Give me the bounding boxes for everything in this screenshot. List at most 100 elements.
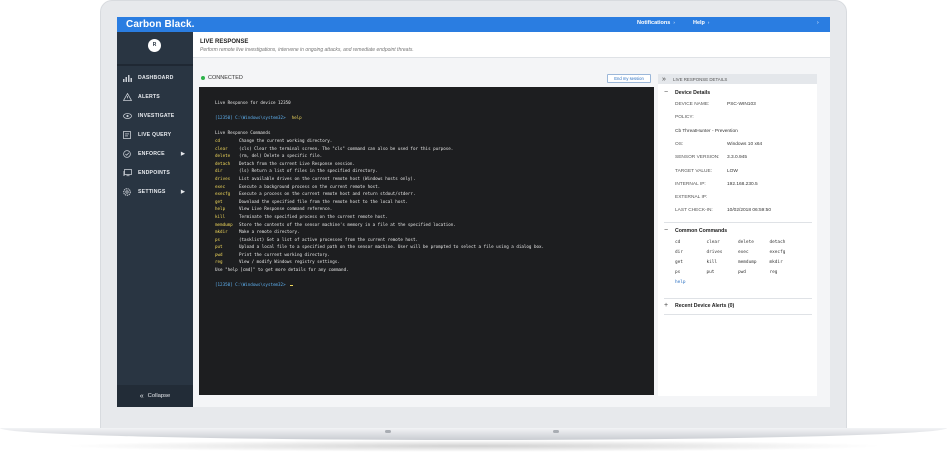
terminal-command-row: ps (tasklist) Get a list of active proces… (215, 236, 638, 244)
terminal-command-row: memdump Store the contents of the sensor … (215, 221, 638, 229)
terminal-command-row: kill Terminate the specified process on t… (215, 213, 638, 221)
sidebar-item-label: ENFORCE (138, 151, 165, 157)
common-command-kill[interactable]: kill (707, 260, 718, 265)
live-response-details-panel: » LIVE RESPONSE DETAILS − Device Details… (658, 74, 817, 396)
terminal-command-row: pwd Print the current working directory. (215, 251, 638, 259)
terminal-command-name: detach (215, 160, 231, 166)
device-detail-value: PSC-WIN103 (727, 102, 756, 107)
common-command-execfg[interactable]: execfg (770, 250, 786, 255)
terminal-header-line: Live Response for device 12350 (215, 100, 291, 105)
warning-triangle-icon (122, 93, 132, 101)
terminal-cursor (289, 284, 293, 286)
common-command-dir[interactable]: dir (675, 250, 683, 255)
device-details-heading: Device Details (675, 89, 711, 96)
terminal-command-name: memdump (215, 221, 233, 227)
device-detail-key: EXTERNAL IP: (675, 195, 708, 201)
avatar[interactable]: R (148, 39, 161, 52)
double-chevron-right-icon[interactable]: » (659, 76, 669, 83)
query-icon (122, 131, 132, 139)
terminal-command-description: Detach from the current Live Response se… (239, 160, 355, 166)
device-detail-row: TARGET VALUE: LOW (675, 169, 738, 177)
terminal-command-row: get Download the specified file from the … (215, 198, 638, 206)
end-session-button[interactable]: End my session (607, 74, 651, 83)
common-command-ps[interactable]: ps (675, 270, 680, 275)
section-divider (664, 298, 812, 299)
terminal-command-list: cd Change the current working directory. c… (215, 137, 638, 266)
common-command-mkdir[interactable]: mkdir (770, 260, 783, 265)
device-detail-value: Windows 10 x64 (727, 141, 763, 147)
terminal-command-name: reg (215, 259, 223, 265)
common-command-detach[interactable]: detach (770, 240, 786, 245)
device-detail-key: POLICY: (675, 115, 694, 121)
terminal-command-name: exec (215, 183, 226, 189)
chevron-right-icon: ▶ (181, 189, 186, 195)
device-detail-key: INTERNAL IP: (675, 181, 706, 187)
terminal-command-row: clear (cls) Clear the terminal screen. Th… (215, 145, 638, 153)
chevron-right-icon: › (673, 20, 675, 25)
device-detail-value: 10/02/2018 06:59:50 (727, 208, 772, 214)
details-panel-header: » LIVE RESPONSE DETAILS (658, 74, 817, 84)
sidebar-item-alerts[interactable]: ALERTS (117, 89, 193, 105)
sidebar-item-settings[interactable]: SETTINGS ▶ (117, 184, 193, 200)
sidebar-item-investigate[interactable]: INVESTIGATE (117, 108, 193, 124)
common-command-help[interactable]: help (675, 280, 686, 285)
sidebar: R DASHBOARD ALERTS INVESTIGATE LIVE QUER… (117, 32, 193, 407)
double-chevron-left-icon: « (139, 392, 144, 400)
brand-logo[interactable]: Carbon Black. (117, 19, 195, 30)
sidebar-item-dashboard[interactable]: DASHBOARD (117, 70, 193, 86)
chevron-right-icon: ▶ (181, 151, 186, 157)
sidebar-item-enforce[interactable]: ENFORCE ▶ (117, 146, 193, 162)
laptop-base (0, 428, 947, 440)
device-detail-row: SENSOR VERSION: 3.3.0.945 (675, 155, 747, 163)
terminal-command-name: cd (215, 137, 221, 143)
terminal-command-name: put (215, 244, 223, 250)
device-detail-value: Cb ThreatHunter - Prevention (675, 128, 738, 134)
terminal-command-row: cd Change the current working directory. (215, 137, 638, 145)
collapse-button[interactable]: « Collapse (117, 385, 193, 407)
common-command-drives[interactable]: drives (707, 250, 723, 255)
laptop-mockup: Carbon Black. Notifications › Help › › R D… (0, 0, 947, 461)
app-screen: Carbon Black. Notifications › Help › › R D… (117, 17, 830, 407)
common-command-put[interactable]: put (707, 270, 715, 275)
common-command-pwd[interactable]: pwd (738, 270, 746, 275)
terminal-command-description: View / modify Windows registry settings. (239, 259, 340, 265)
terminal-command-description: (rm, del) Delete a specific file. (239, 153, 323, 159)
common-command-clear[interactable]: clear (707, 240, 720, 245)
sidebar-item-label: ALERTS (138, 94, 160, 100)
terminal-command-description: (tasklist) Get a list of active processe… (239, 236, 418, 242)
chevron-right-icon: › (707, 20, 710, 25)
common-command-get[interactable]: get (675, 260, 683, 265)
common-command-exec[interactable]: exec (738, 250, 749, 255)
help-menu[interactable]: Help › (693, 20, 709, 26)
notifications-menu[interactable]: Notifications › (637, 20, 675, 26)
terminal-command-name: drives (215, 175, 231, 181)
terminal-command-name: mkdir (215, 229, 228, 235)
device-detail-row: Cb ThreatHunter - Prevention (675, 129, 738, 137)
monitor-icon (122, 169, 132, 177)
terminal-command-name: ps (215, 236, 221, 242)
sidebar-item-endpoints[interactable]: ENDPOINTS (117, 165, 193, 181)
terminal-command-name: get (215, 198, 223, 204)
terminal-command-description: Make a remote directory. (239, 229, 300, 235)
common-command-cd[interactable]: cd (675, 240, 680, 245)
recent-alerts-section-toggle[interactable]: + Recent Device Alerts (0) (664, 302, 734, 309)
terminal-command-description: Print the current working directory. (239, 251, 330, 257)
common-command-memdump[interactable]: memdump (738, 260, 757, 265)
terminal-command-name: kill (215, 213, 226, 219)
live-response-terminal[interactable]: Live Response for device 12350 [12350] C… (199, 87, 654, 395)
terminal-input-line[interactable]: [12350] C:\Windows\system32> (215, 281, 638, 289)
common-commands-section-toggle[interactable]: − Common Commands (664, 227, 727, 234)
connected-status-icon (201, 76, 205, 80)
device-detail-row: POLICY: (675, 115, 727, 123)
device-details-section-toggle[interactable]: − Device Details (664, 89, 710, 96)
top-bar: Carbon Black. Notifications › Help › › (117, 17, 830, 32)
common-command-delete[interactable]: delete (738, 240, 754, 245)
terminal-command-description: Change the current working directory. (239, 137, 333, 143)
laptop-foot-right (553, 430, 559, 433)
sidebar-item-live-query[interactable]: LIVE QUERY (117, 127, 193, 143)
user-menu-chevron-icon[interactable]: › (817, 20, 819, 26)
device-detail-key: LAST CHECK-IN: (675, 208, 713, 214)
common-command-reg[interactable]: reg (770, 270, 778, 275)
